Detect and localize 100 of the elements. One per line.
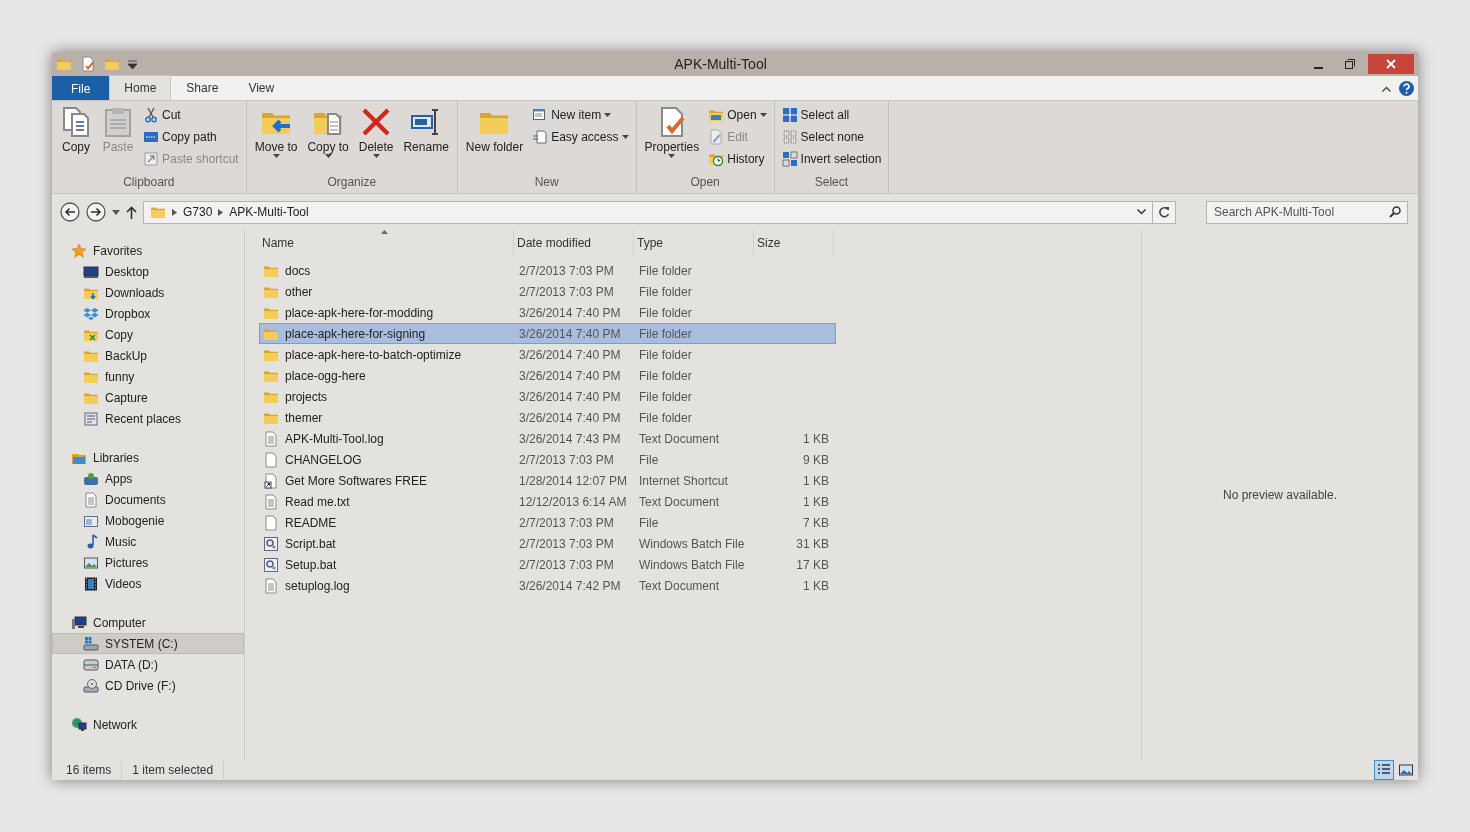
text-document-icon [263,430,279,447]
file-name[interactable]: other [285,282,313,301]
customize-toolbar-icon[interactable] [128,59,137,69]
type-cell-text: File [638,451,660,469]
column-header[interactable]: Type [634,230,754,256]
search-field[interactable]: Search APK-Multi-Tool [1206,200,1408,224]
forward-button[interactable] [86,202,106,222]
size-cell-text: 1 KB [802,577,830,595]
ribbon-tab[interactable]: Share [171,75,234,100]
sidebar-item[interactable]: CD Drive (F:) [52,675,244,696]
ribbon-group-label: Select [813,174,850,191]
breadcrumb-item[interactable]: G730 [183,203,213,221]
type-cell-text: File folder [638,409,693,427]
sidebar-item[interactable]: funny [52,366,244,387]
sidebar-item[interactable]: Recent places [52,408,244,429]
ribbon-button[interactable]: Easy access [529,126,632,148]
file-name[interactable]: Script.bat [285,534,336,553]
sidebar-item[interactable]: Pictures [52,552,244,573]
file-name[interactable]: Setup.bat [285,555,337,574]
sidebar-item[interactable]: Computer [52,612,244,633]
blank-document-icon [263,451,279,468]
file-name[interactable]: place-ogg-here [285,366,366,385]
sidebar-item[interactable]: BackUp [52,345,244,366]
file-name[interactable]: setuplog.log [285,576,350,595]
ribbon-button[interactable]: Cut [140,104,242,126]
ribbon-button[interactable]: Move to [250,104,302,173]
ribbon-button[interactable]: History [705,148,770,170]
sidebar-item[interactable]: SYSTEM (C:) [52,633,244,654]
sidebar-item[interactable]: Mobogenie [52,510,244,531]
file-name[interactable]: README [285,513,337,532]
file-menu-tab[interactable]: File [52,76,110,100]
sidebar-item[interactable]: Copy [52,324,244,345]
selected-row-highlight[interactable]: place-apk-here-for-signing 3/26/2014 7:40 PM File folder [259,323,836,344]
file-name[interactable]: place-apk-here-for-signing [285,324,426,343]
close-button[interactable] [1368,54,1414,74]
preview-message: No preview available. [1222,487,1338,504]
sidebar-item[interactable]: Videos [52,573,244,594]
file-name[interactable]: APK-Multi-Tool.log [285,429,384,448]
ribbon-group-label: Open [689,174,721,191]
file-name[interactable]: projects [285,387,328,406]
sidebar-item[interactable]: Libraries [52,447,244,468]
sidebar-item[interactable]: Favorites [52,240,244,261]
ribbon-tab[interactable]: Home [109,75,172,100]
column-header[interactable]: Date modified [514,230,634,256]
file-name[interactable]: place-apk-here-to-batch-optimize [285,345,462,364]
file-name[interactable]: docs [285,261,311,280]
column-header[interactable]: Size [754,230,834,256]
date-modified-cell-text: 3/26/2014 7:40 PM [518,409,622,427]
type-cell-text: Windows Batch File [638,535,746,553]
refresh-button[interactable] [1152,200,1176,224]
ribbon-button[interactable]: Select none [778,126,885,148]
help-icon[interactable] [1399,81,1414,96]
ribbon-button[interactable]: New item [529,104,632,126]
ribbon-tab[interactable]: View [233,75,290,100]
ribbon-button[interactable]: Delete [354,104,398,173]
ribbon-button[interactable]: Invert selection [778,148,885,170]
file-name[interactable]: Get More Softwares FREE [285,471,428,490]
cross-icon [360,106,393,138]
sidebar-item[interactable]: Music [52,531,244,552]
file-name[interactable]: themer [285,408,323,427]
recent-locations-caret-icon[interactable] [112,209,120,215]
sidebar-item[interactable]: Documents [52,489,244,510]
sidebar-item[interactable]: Capture [52,387,244,408]
network-icon [71,716,87,733]
ribbon-button[interactable]: Open [705,104,770,126]
collapse-ribbon-icon[interactable] [1382,85,1391,92]
monitor-icon [83,263,99,280]
file-name[interactable]: CHANGELOG [285,450,362,469]
breadcrumb-item[interactable]: APK-Multi-Tool [229,203,309,221]
view-toggle-button[interactable] [1374,760,1394,780]
file-name[interactable]: Read me.txt [285,492,350,511]
text-document-icon [263,577,279,594]
dropdown-chevron-icon[interactable] [1137,209,1146,215]
ribbon-button[interactable]: Copy [56,104,96,173]
ribbon-button[interactable]: New folder [461,104,528,173]
ribbon-button[interactable]: Properties [640,104,704,173]
file-name[interactable]: place-apk-here-for-modding [285,303,434,322]
sidebar-item[interactable]: Desktop [52,261,244,282]
ribbon-button[interactable]: Rename [399,104,453,173]
date-modified-cell-text: 3/26/2014 7:43 PM [518,430,622,448]
ribbon-button[interactable]: Copy path [140,126,242,148]
ribbon-group-label: Organize [326,174,378,191]
grid-icon [781,107,798,123]
up-arrow-icon[interactable] [126,205,137,219]
sidebar-item[interactable]: Network [52,714,244,735]
sidebar-item[interactable]: DATA (D:) [52,654,244,675]
date-modified-cell-text: 1/28/2014 12:07 PM [518,472,629,490]
drive-icon [83,656,99,673]
ribbon-button[interactable]: Copy to [303,104,353,173]
chevron-icon [172,208,177,216]
sidebar-item[interactable]: Dropbox [52,303,244,324]
caret-icon [372,154,380,158]
sidebar-item[interactable]: Apps [52,468,244,489]
documents-icon [60,106,92,138]
shortcut-icon [143,151,159,167]
sidebar-item[interactable]: Downloads [52,282,244,303]
column-header[interactable]: Name [259,230,514,256]
back-button[interactable] [60,202,80,222]
address-field[interactable]: G730 APK-Multi-Tool [143,200,1153,224]
ribbon-button[interactable]: Select all [778,104,885,126]
